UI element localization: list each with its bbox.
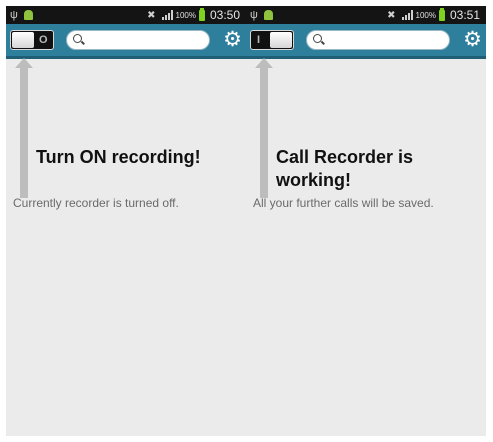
toggle-knob	[12, 32, 34, 48]
android-icon	[23, 10, 33, 20]
toggle-on-icon: I	[257, 34, 261, 46]
usb-icon: ψ	[10, 9, 18, 21]
clock: 03:50	[209, 8, 240, 22]
arrow-shaft	[20, 66, 28, 198]
recording-toggle[interactable]: I	[250, 30, 294, 50]
gear-icon[interactable]: ⚙	[463, 28, 482, 52]
usb-icon: ψ	[250, 9, 258, 21]
search-icon	[313, 34, 322, 43]
signal-icon	[401, 10, 413, 20]
battery-percent: 100%	[415, 10, 436, 20]
battery-icon	[198, 7, 205, 21]
mute-icon: ✖	[147, 9, 156, 21]
search-input[interactable]	[66, 30, 210, 50]
gear-icon[interactable]: ⚙	[223, 28, 242, 52]
screen-on: ψ ✖ 100% 03:51 I ⚙ Call Recorder is work…	[246, 6, 486, 436]
arrow-shaft	[260, 66, 268, 198]
battery-icon	[438, 7, 445, 21]
search-input[interactable]	[306, 30, 450, 50]
status-message: All your further calls will be saved.	[253, 196, 434, 210]
toolbar: I ⚙	[246, 24, 486, 59]
headline: Call Recorder is working!	[276, 147, 414, 190]
recording-toggle[interactable]: O	[10, 30, 54, 50]
toggle-knob	[270, 32, 292, 48]
toggle-off-icon: O	[39, 34, 48, 46]
toolbar: O ⚙	[6, 24, 246, 59]
status-bar: ψ ✖ 100% 03:50	[6, 6, 246, 24]
headline: Turn ON recording!	[36, 147, 201, 167]
clock: 03:51	[449, 8, 480, 22]
status-bar: ψ ✖ 100% 03:51	[246, 6, 486, 24]
mute-icon: ✖	[387, 9, 396, 21]
signal-icon	[161, 10, 173, 20]
status-message: Currently recorder is turned off.	[13, 196, 179, 210]
battery-percent: 100%	[175, 10, 196, 20]
screen-off: ψ ✖ 100% 03:50 O ⚙ Turn ON recording! Cu…	[6, 6, 246, 436]
search-icon	[73, 34, 82, 43]
android-icon	[263, 10, 273, 20]
